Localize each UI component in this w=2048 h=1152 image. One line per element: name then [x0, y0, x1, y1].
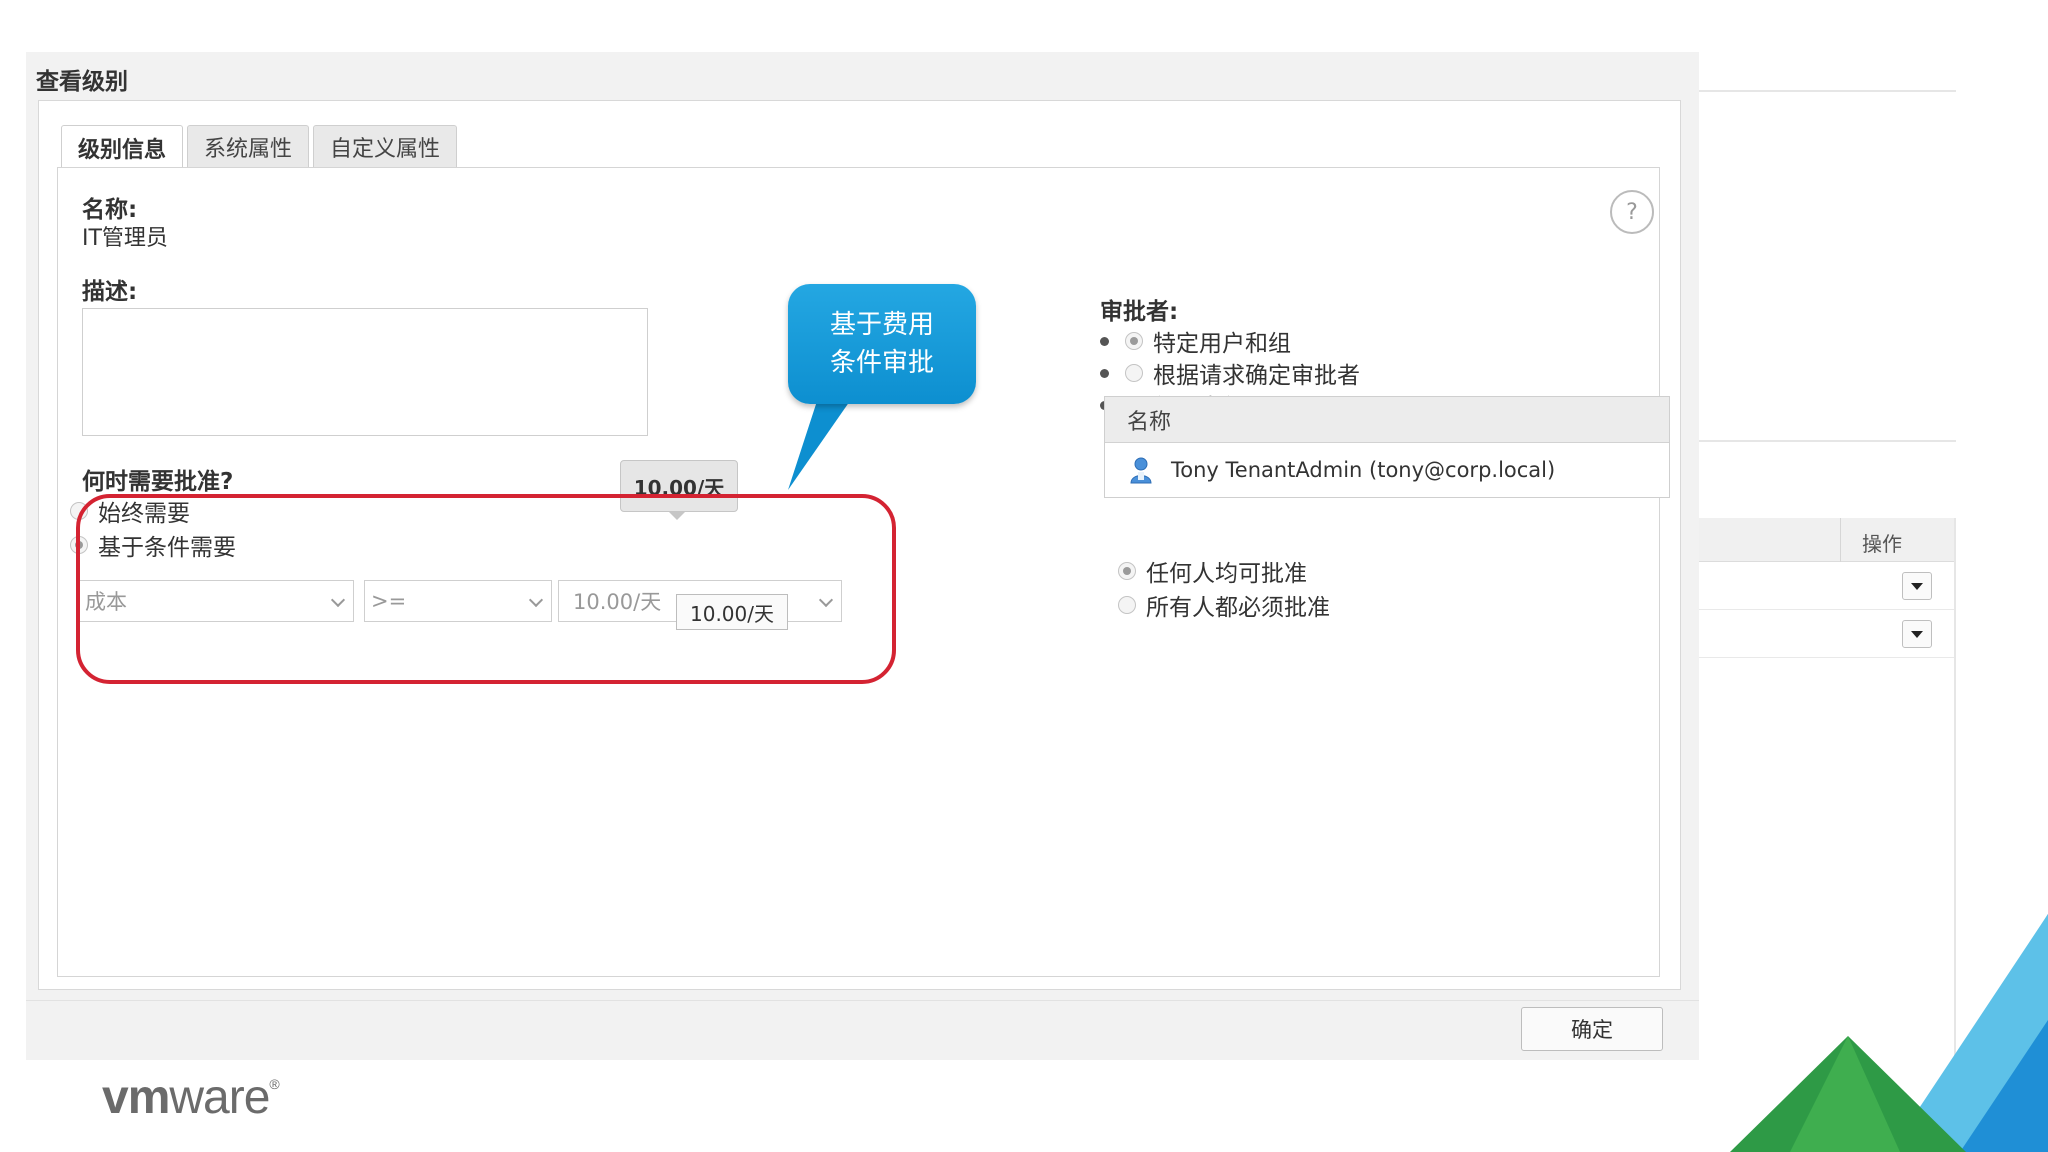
corner-decoration	[1730, 914, 2048, 1152]
